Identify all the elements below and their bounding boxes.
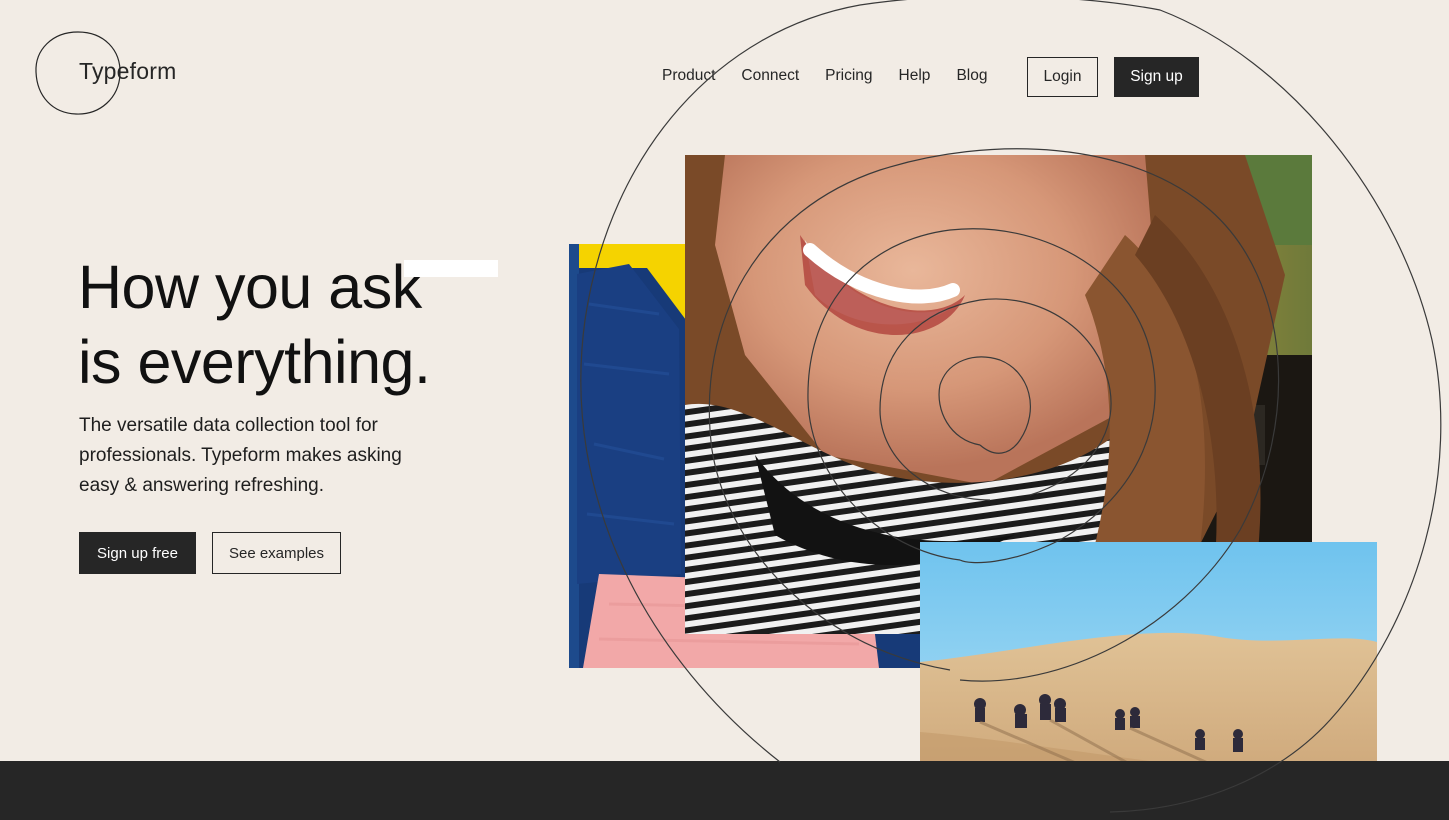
nav-link-pricing[interactable]: Pricing [825, 67, 872, 85]
hero-title-line2: is everything. [78, 328, 431, 396]
footer-band [0, 761, 1449, 820]
see-examples-button[interactable]: See examples [212, 532, 341, 574]
signup-free-button[interactable]: Sign up free [79, 532, 196, 574]
nav-link-help[interactable]: Help [899, 67, 931, 85]
hero-title-line1: How you ask [78, 253, 422, 321]
nav-link-blog[interactable]: Blog [956, 67, 987, 85]
hero-subtitle: The versatile data collection tool for p… [79, 415, 402, 496]
title-accent-bar [404, 260, 498, 277]
login-button[interactable]: Login [1027, 57, 1098, 97]
nav-link-product[interactable]: Product [662, 67, 715, 85]
signup-button[interactable]: Sign up [1114, 57, 1199, 97]
nav-link-connect[interactable]: Connect [741, 67, 799, 85]
main-nav: Product Connect Pricing Help Blog [662, 67, 1013, 85]
logo[interactable]: Typeform [79, 58, 176, 85]
